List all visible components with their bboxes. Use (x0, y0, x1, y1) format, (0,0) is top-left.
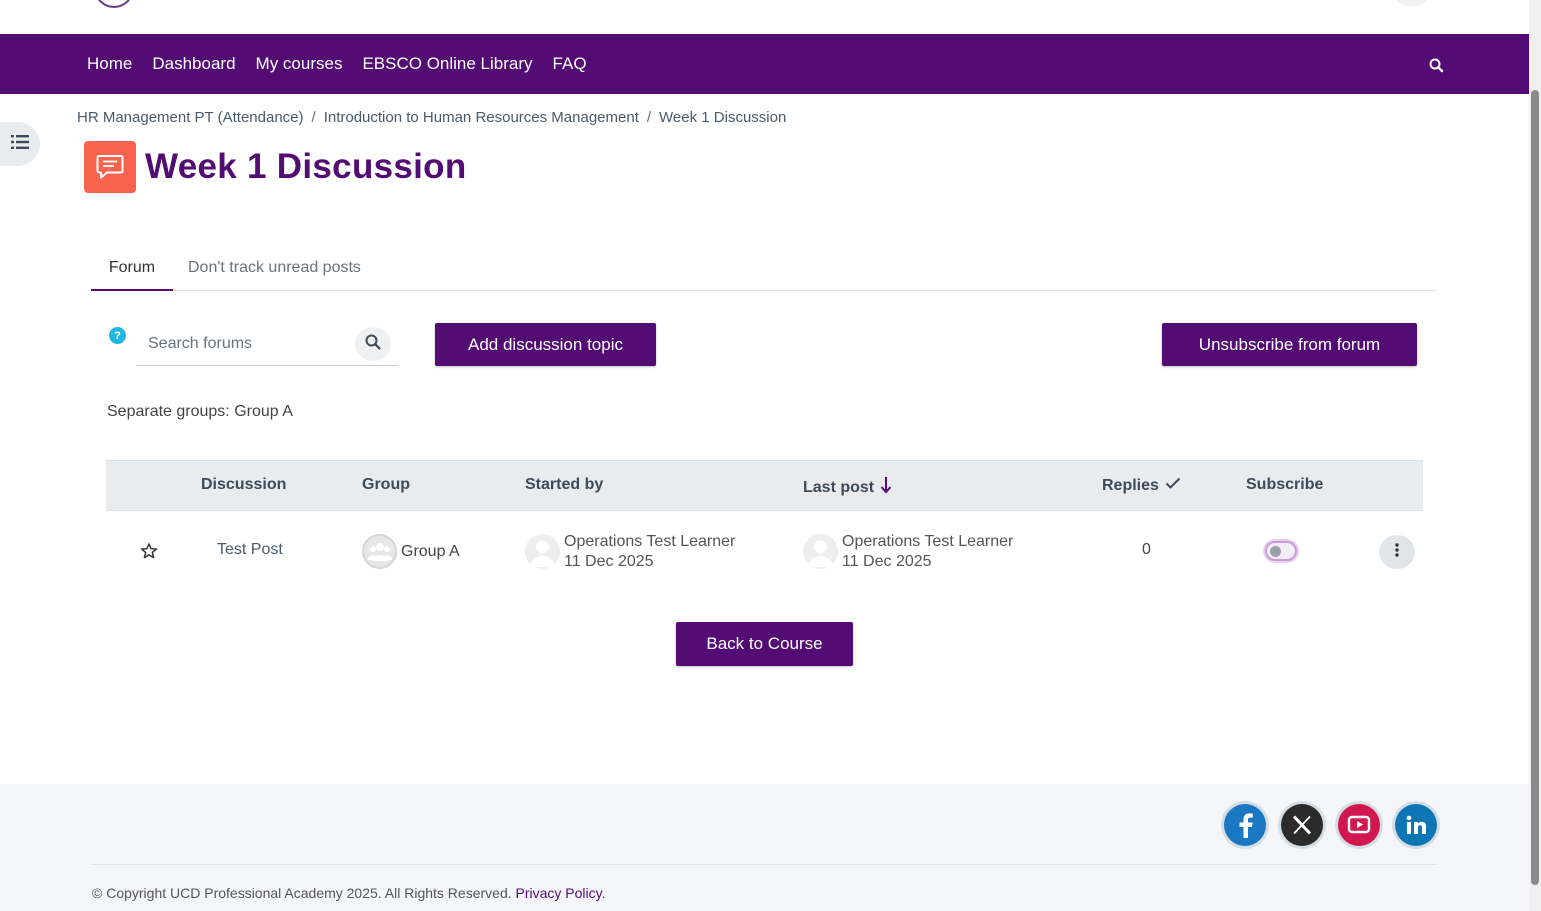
more-vertical-icon (1395, 542, 1399, 562)
subscribe-toggle[interactable] (1265, 541, 1297, 561)
page-title: Week 1 Discussion (145, 147, 467, 186)
groups-mode-label: Separate groups: Group A (107, 403, 293, 420)
back-to-course-button[interactable]: Back to Course (676, 622, 853, 666)
list-icon (11, 134, 29, 154)
copyright-label: © Copyright UCD Professional Academy 202… (92, 885, 512, 901)
forum-search (136, 322, 398, 366)
top-header (0, 0, 1529, 34)
started-by-date: 11 Dec 2025 (564, 553, 654, 570)
breadcrumb-section[interactable]: Introduction to Human Resources Manageme… (324, 109, 639, 126)
breadcrumb-separator: / (646, 109, 652, 126)
primary-navigation: Home Dashboard My courses EBSCO Online L… (0, 34, 1529, 94)
page-header: Week 1 Discussion (84, 141, 467, 193)
breadcrumb-separator: / (311, 109, 316, 126)
arrow-down-icon (880, 476, 892, 499)
forum-icon (84, 141, 136, 193)
started-by-cell: Operations Test Learner 11 Dec 2025 (525, 532, 735, 572)
copyright-period: . (601, 885, 606, 901)
user-avatar[interactable] (1390, 0, 1434, 6)
unsubscribe-forum-button[interactable]: Unsubscribe from forum (1162, 323, 1417, 366)
last-post-name[interactable]: Operations Test Learner (842, 532, 1013, 552)
toggle-knob (1270, 546, 1281, 557)
nav-ebsco-library[interactable]: EBSCO Online Library (362, 54, 532, 74)
header-started-by[interactable]: Started by (525, 476, 603, 494)
replies-count[interactable]: 0 (1142, 541, 1151, 559)
copyright-text: © Copyright UCD Professional Academy 202… (92, 885, 606, 901)
search-button[interactable] (355, 327, 391, 361)
group-name[interactable]: Group A (401, 543, 460, 561)
tab-forum[interactable]: Forum (91, 250, 173, 291)
header-subscribe: Subscribe (1246, 476, 1323, 494)
user-avatar-icon[interactable] (525, 534, 560, 569)
check-icon (1165, 476, 1181, 495)
youtube-icon[interactable] (1338, 804, 1380, 846)
user-avatar-icon[interactable] (803, 534, 838, 569)
nav-my-courses[interactable]: My courses (256, 54, 343, 74)
table-row: Test Post Group A Operations Test Learne… (106, 511, 1423, 591)
search-icon (364, 333, 382, 356)
page-scrollbar-thumb[interactable] (1531, 90, 1539, 885)
star-icon[interactable] (140, 542, 158, 565)
search-input[interactable] (136, 322, 351, 365)
nav-dashboard[interactable]: Dashboard (152, 54, 235, 74)
header-discussion-label: Discussion (201, 476, 287, 493)
privacy-policy-link[interactable]: Privacy Policy (516, 885, 602, 901)
discussion-actions-button[interactable] (1379, 535, 1415, 569)
group-picture-icon (362, 534, 397, 569)
tab-dont-track-unread[interactable]: Don't track unread posts (188, 250, 361, 291)
discussion-table-header: Discussion Group Started by Last post Re… (106, 460, 1423, 511)
add-discussion-topic-button[interactable]: Add discussion topic (435, 323, 656, 366)
group-cell: Group A (362, 534, 460, 569)
breadcrumb-current: Week 1 Discussion (659, 109, 787, 126)
breadcrumb-course[interactable]: HR Management PT (Attendance) (77, 109, 304, 126)
x-icon[interactable] (1281, 804, 1323, 846)
header-last-post-label: Last post (803, 478, 875, 496)
discussion-topic-link[interactable]: Test Post (217, 541, 283, 559)
header-replies[interactable]: Replies (1102, 476, 1181, 495)
breadcrumb: HR Management PT (Attendance) / Introduc… (77, 109, 786, 126)
footer-divider (91, 864, 1437, 865)
facebook-icon[interactable] (1224, 804, 1266, 846)
forum-tabs: Forum Don't track unread posts (91, 250, 1437, 291)
header-group-label: Group (362, 476, 410, 493)
linkedin-icon[interactable] (1395, 804, 1437, 846)
last-post-date[interactable]: 11 Dec 2025 (842, 552, 1013, 572)
started-by-name[interactable]: Operations Test Learner (564, 532, 735, 552)
search-icon[interactable] (1428, 57, 1446, 75)
help-icon[interactable]: ? (109, 327, 126, 344)
nav-home[interactable]: Home (87, 54, 132, 74)
header-subscribe-label: Subscribe (1246, 476, 1324, 493)
header-last-post[interactable]: Last post (803, 476, 892, 499)
last-post-cell: Operations Test Learner 11 Dec 2025 (803, 532, 1013, 572)
course-index-toggle[interactable] (0, 122, 40, 166)
site-logo[interactable] (94, 0, 134, 8)
page-footer: © Copyright UCD Professional Academy 202… (0, 784, 1529, 911)
header-started-by-label: Started by (525, 476, 604, 493)
header-group[interactable]: Group (362, 476, 410, 494)
header-replies-label: Replies (1102, 476, 1159, 494)
header-discussion[interactable]: Discussion (201, 476, 286, 494)
nav-faq[interactable]: FAQ (553, 54, 587, 74)
